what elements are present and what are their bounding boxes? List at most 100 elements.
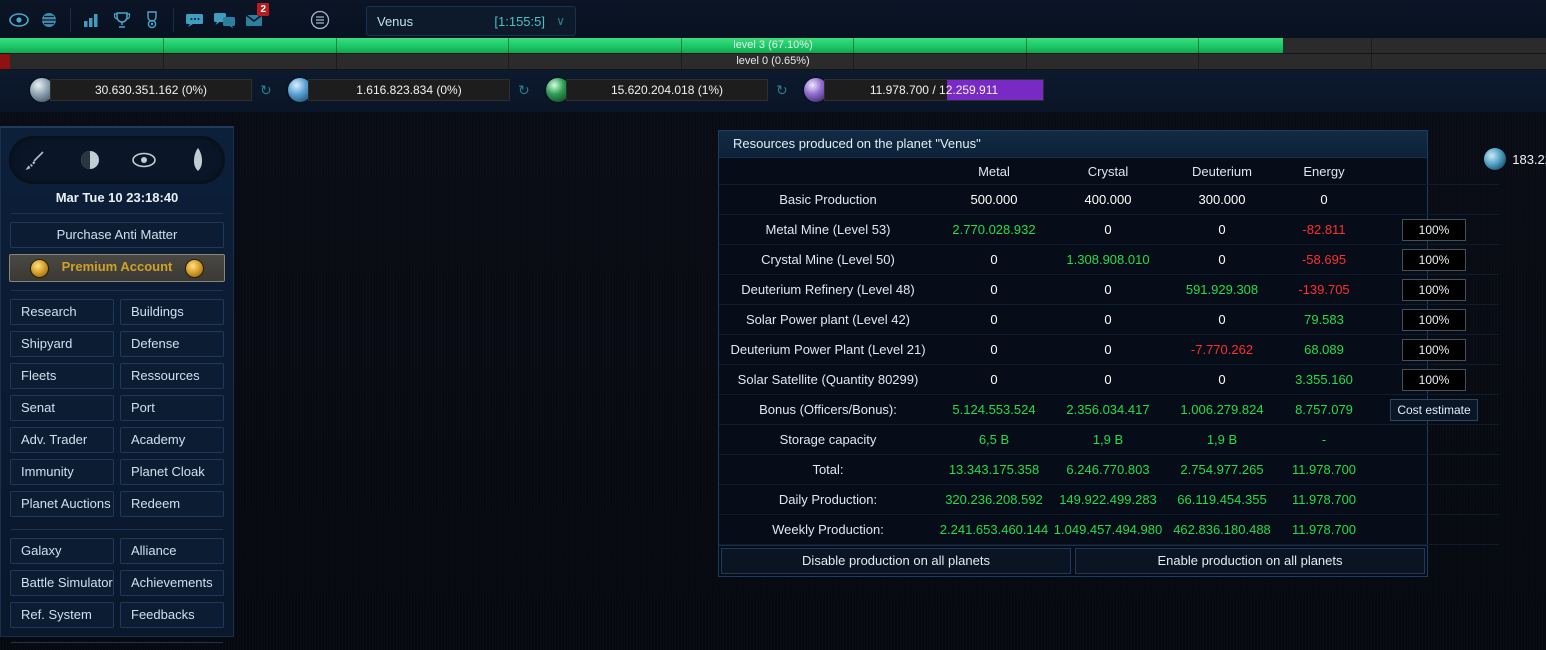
cell-percent: 100% xyxy=(1369,334,1499,365)
row-label: Basic Production xyxy=(719,184,937,215)
game-date: Mar Tue 10 23:18:40 xyxy=(55,190,179,205)
moon-icon[interactable] xyxy=(68,138,112,182)
production-percent-input[interactable]: 100% xyxy=(1402,278,1466,301)
chevron-down-icon[interactable]: ∨ xyxy=(556,14,565,28)
sidebar-item-academy[interactable]: Academy xyxy=(120,427,224,453)
status-icon-row xyxy=(9,136,225,184)
col-energy: Energy xyxy=(1279,158,1369,185)
sidebar-item-planet-auctions[interactable]: Planet Auctions xyxy=(10,491,114,517)
table-row: Deuterium Refinery (Level 48) 0 0 591.929.3… xyxy=(719,274,1499,305)
table-row: Deuterium Power Plant (Level 21) 0 0 -7.770… xyxy=(719,334,1499,365)
sidebar-item-battle-simulator[interactable]: Battle Simulator xyxy=(10,570,114,596)
cell-metal: 0 xyxy=(937,304,1051,335)
cost-estimate-button[interactable]: Cost estimate xyxy=(1390,398,1478,421)
production-panel: Resources produced on the planet "Venus"… xyxy=(718,130,1499,577)
cell-crystal: 0 xyxy=(1051,364,1165,395)
row-label: Bonus (Officers/Bonus): xyxy=(719,394,937,425)
cell-energy: 11.978.700 xyxy=(1279,454,1369,485)
planet-icon[interactable] xyxy=(34,0,64,40)
rocket-icon[interactable] xyxy=(176,138,220,182)
sidebar-item-galaxy[interactable]: Galaxy xyxy=(10,538,114,564)
premium-account-button[interactable]: Premium Account xyxy=(9,254,225,282)
sidebar-item-port[interactable]: Port xyxy=(120,395,224,421)
table-row: Weekly Production: 2.241.653.460.144 1.049… xyxy=(719,514,1499,545)
production-percent-input[interactable]: 100% xyxy=(1402,248,1466,271)
resource-crystal: 1.616.823.834 (0%) ↻ xyxy=(288,78,530,102)
sidebar-item-redeem[interactable]: Redeem xyxy=(120,491,224,517)
cell-deuterium: 0 xyxy=(1165,364,1279,395)
energy-value: 11.978.700 / 12.259.911 xyxy=(870,83,998,97)
chat-icon[interactable] xyxy=(180,0,210,40)
disable-production-button[interactable]: Disable production on all planets xyxy=(721,548,1071,574)
cell-percent: Cost estimate xyxy=(1369,394,1499,425)
sidebar-item-achievements[interactable]: Achievements xyxy=(120,570,224,596)
purchase-anti-matter-button[interactable]: Purchase Anti Matter xyxy=(10,222,224,248)
divider xyxy=(11,642,223,643)
trophy-icon[interactable] xyxy=(107,0,137,40)
medal-icon-left xyxy=(30,259,49,278)
production-percent-input[interactable]: 100% xyxy=(1402,308,1466,331)
table-row: Basic Production 500.000 400.000 300.000 0 xyxy=(719,184,1499,215)
refresh-icon[interactable]: ↻ xyxy=(776,82,788,99)
crystal-value: 1.616.823.834 (0%) xyxy=(356,83,462,97)
cell-energy: -58.695 xyxy=(1279,244,1369,275)
cell-deuterium: 0 xyxy=(1165,214,1279,245)
resource-bar: 30.630.351.162 (0%) ↻ 1.616.823.834 (0%)… xyxy=(0,70,1546,170)
production-percent-input[interactable]: 100% xyxy=(1402,218,1466,241)
cell-metal: 2.241.653.460.144 xyxy=(937,514,1051,545)
planet-selector[interactable]: Venus [1:155:5] ∨ xyxy=(366,6,576,36)
cell-energy: 68.089 xyxy=(1279,334,1369,365)
game-screen: 2 Venus [1:155:5] ∨ level 3 (67.10%) lev… xyxy=(0,0,1546,650)
col-crystal: Crystal xyxy=(1051,158,1165,185)
cell-energy: 3.355.160 xyxy=(1279,364,1369,395)
cell-crystal: 1,9 B xyxy=(1051,424,1165,455)
production-percent-input[interactable]: 100% xyxy=(1402,338,1466,361)
resource-deuterium: 15.620.204.018 (1%) ↻ xyxy=(546,78,788,102)
list-menu-icon[interactable] xyxy=(310,10,330,35)
row-label: Storage capacity xyxy=(719,424,937,455)
statistics-icon[interactable] xyxy=(77,0,107,40)
cell-deuterium: 1.006.279.824 xyxy=(1165,394,1279,425)
sidebar-item-ressources[interactable]: Ressources xyxy=(120,363,224,389)
row-label: Deuterium Refinery (Level 48) xyxy=(719,274,937,305)
eye-icon[interactable] xyxy=(4,0,34,40)
progress-label-2: level 0 (0.65%) xyxy=(736,55,810,67)
production-percent-input[interactable]: 100% xyxy=(1402,368,1466,391)
messages-badge: 2 xyxy=(257,3,269,16)
table-row: Bonus (Officers/Bonus): 5.124.553.524 2.35… xyxy=(719,394,1499,425)
medal-icon[interactable] xyxy=(137,0,167,40)
forum-icon[interactable] xyxy=(210,0,240,40)
cell-metal: 2.770.028.932 xyxy=(937,214,1051,245)
cell-percent: 100% xyxy=(1369,304,1499,335)
sidebar-item-ref-system[interactable]: Ref. System xyxy=(10,602,114,628)
sidebar-item-defense[interactable]: Defense xyxy=(120,331,224,357)
col-percent xyxy=(1369,158,1499,185)
eye-icon[interactable] xyxy=(122,138,166,182)
cell-deuterium: 66.119.454.355 xyxy=(1165,484,1279,515)
cell-energy: - xyxy=(1279,424,1369,455)
cell-deuterium: 300.000 xyxy=(1165,184,1279,215)
row-label: Metal Mine (Level 53) xyxy=(719,214,937,245)
sidebar-item-adv-trader[interactable]: Adv. Trader xyxy=(10,427,114,453)
sidebar-item-immunity[interactable]: Immunity xyxy=(10,459,114,485)
cell-crystal: 0 xyxy=(1051,304,1165,335)
sidebar-item-fleets[interactable]: Fleets xyxy=(10,363,114,389)
cell-percent: 100% xyxy=(1369,274,1499,305)
enable-production-button[interactable]: Enable production on all planets xyxy=(1075,548,1425,574)
sidebar-item-shipyard[interactable]: Shipyard xyxy=(10,331,114,357)
cell-deuterium: 0 xyxy=(1165,304,1279,335)
refresh-icon[interactable]: ↻ xyxy=(518,82,530,99)
sidebar-item-feedbacks[interactable]: Feedbacks xyxy=(120,602,224,628)
cell-percent: 100% xyxy=(1369,364,1499,395)
sidebar-item-alliance[interactable]: Alliance xyxy=(120,538,224,564)
sidebar-item-planet-cloak[interactable]: Planet Cloak xyxy=(120,459,224,485)
sidebar-item-research[interactable]: Research xyxy=(10,299,114,325)
sidebar-item-buildings[interactable]: Buildings xyxy=(120,299,224,325)
sidebar-menu-secondary: Galaxy Alliance Battle Simulator Achievemen… xyxy=(10,538,224,628)
table-row: Metal Mine (Level 53) 2.770.028.932 0 0 -82.… xyxy=(719,214,1499,245)
refresh-icon[interactable]: ↻ xyxy=(260,82,272,99)
cell-percent xyxy=(1369,454,1499,485)
sword-icon[interactable] xyxy=(14,138,58,182)
messages-icon[interactable]: 2 xyxy=(240,0,270,40)
sidebar-item-senat[interactable]: Senat xyxy=(10,395,114,421)
